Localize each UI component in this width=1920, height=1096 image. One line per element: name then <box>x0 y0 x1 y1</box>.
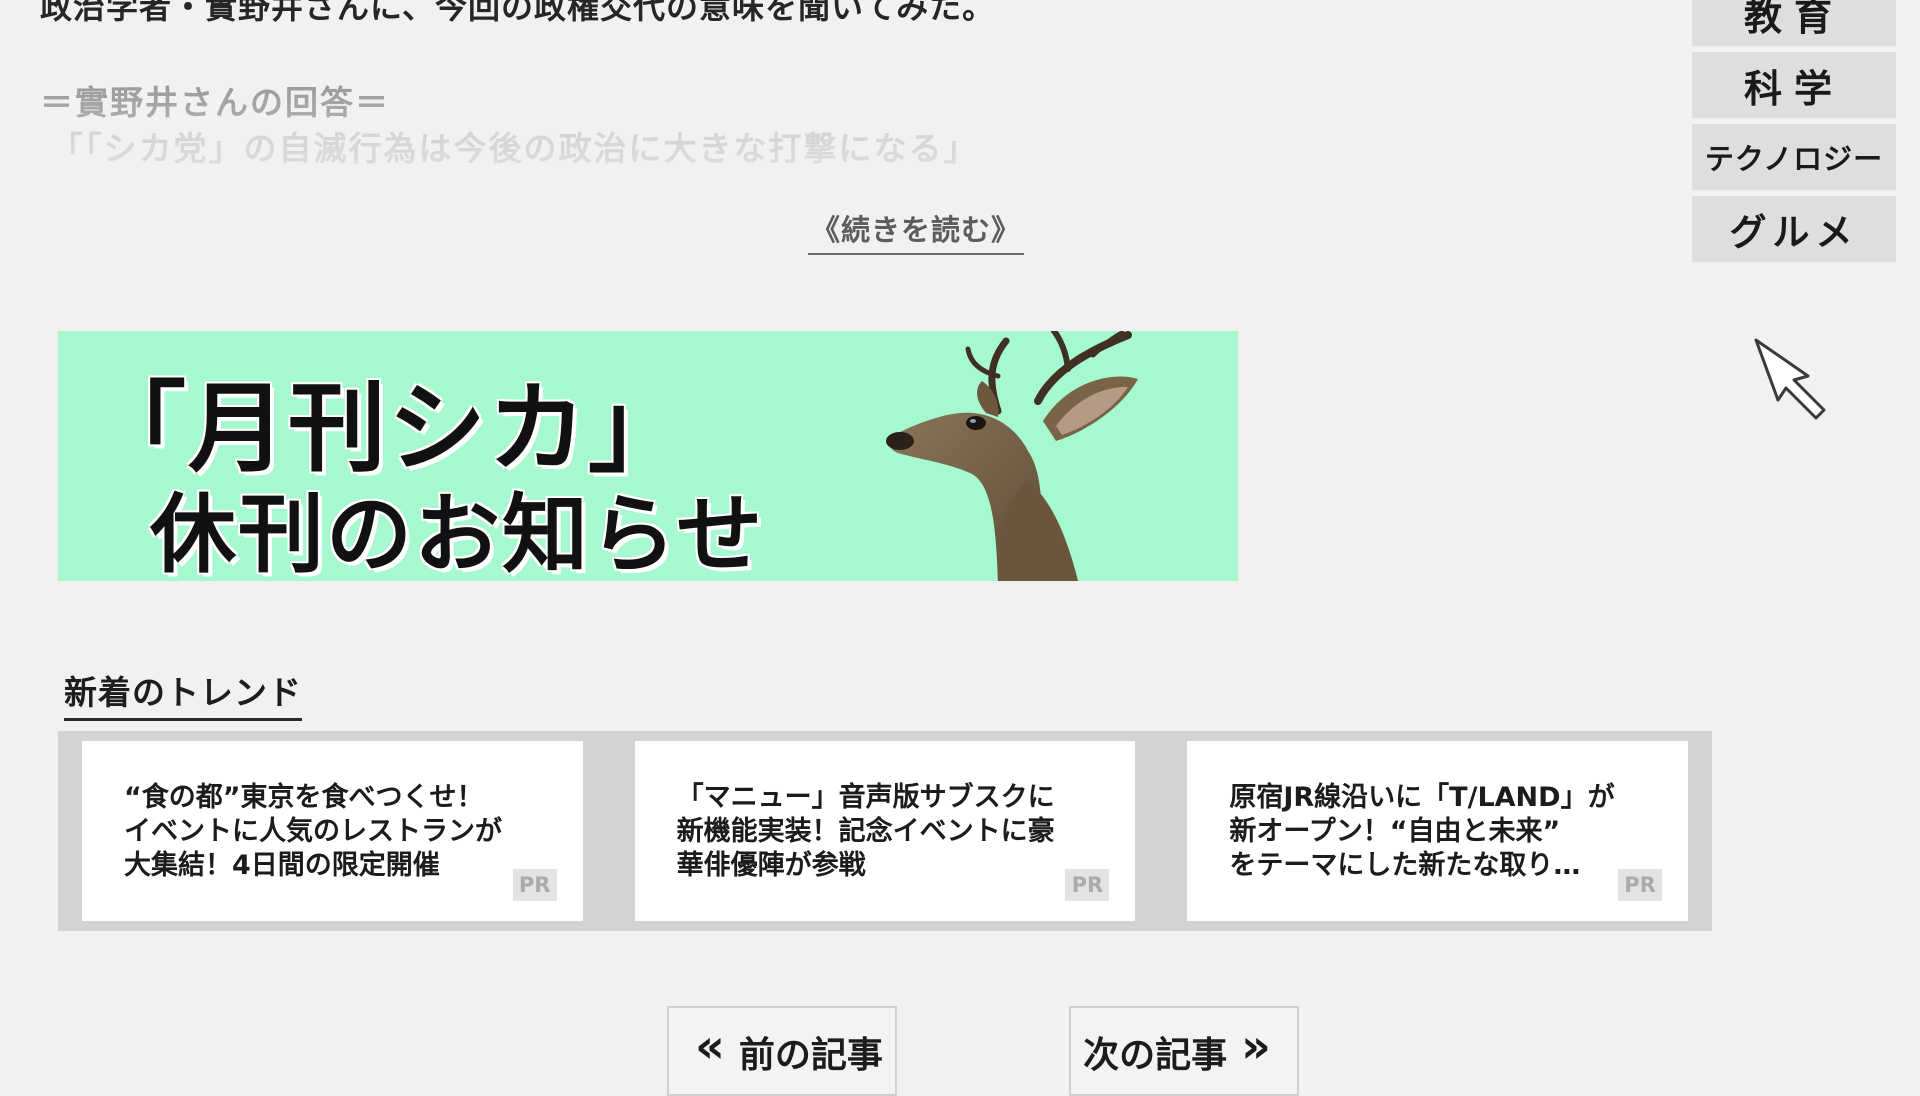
pr-badge: PR <box>1618 869 1663 901</box>
trend-card[interactable]: 「マニュー」音声版サブスクに 新機能実装！記念イベントに豪 華俳優陣が参戦 PR <box>634 741 1136 921</box>
prev-article-button[interactable]: « 前の記事 <box>667 1006 897 1096</box>
mouse-pointer-icon <box>1754 338 1826 420</box>
category-menu: 教育 科学 テクノロジー グルメ <box>1692 0 1896 268</box>
category-technology[interactable]: テクノロジー <box>1692 124 1896 190</box>
next-article-label: 次の記事 <box>1083 1035 1228 1076</box>
announcement-banner[interactable]: 「月刊シカ」 休刊のお知らせ <box>58 331 1238 581</box>
answer-heading: ＝實野井さんの回答＝ <box>40 83 390 122</box>
banner-subtitle: 休刊のお知らせ <box>150 485 765 581</box>
trends-heading: 新着のトレンド <box>64 666 302 721</box>
trend-card-frame: 原宿JR線沿いに「T/LAND」が 新オープン！“自由と未来” をテーマにした新… <box>1163 731 1713 931</box>
deer-head-icon <box>886 331 1138 581</box>
trend-card-text: 「マニュー」音声版サブスクに 新機能実装！記念イベントに豪 華俳優陣が参戦 <box>677 781 1096 883</box>
trend-card-frame: “食の都”東京を食べつくせ！ イベントに人気のレストランが 大集結！4日間の限定… <box>58 731 607 931</box>
category-education[interactable]: 教育 <box>1692 0 1896 46</box>
next-article-button[interactable]: 次の記事 » <box>1069 1006 1299 1096</box>
category-science[interactable]: 科学 <box>1692 52 1896 118</box>
trend-card-line: 華俳優陣が参戦 <box>676 850 866 881</box>
trend-card-line: “食の都”東京を食べつくせ！ <box>124 782 484 813</box>
article-lead-text: 政治学者・實野井さんに、今回の政権交代の意味を聞いてみた。 <box>40 0 996 26</box>
trend-card-line: をテーマにした新たな取り… <box>1229 850 1581 881</box>
read-more-link[interactable]: 《続きを読む》 <box>808 207 1024 255</box>
pr-badge: PR <box>512 869 557 901</box>
double-chevron-right-icon: » <box>1241 1019 1271 1073</box>
trend-card-line: 「マニュー」音声版サブスクに <box>676 782 1055 813</box>
category-gourmet[interactable]: グルメ <box>1692 196 1896 262</box>
trend-card[interactable]: “食の都”東京を食べつくせ！ イベントに人気のレストランが 大集結！4日間の限定… <box>82 741 583 921</box>
trend-card-line: 新機能実装！記念イベントに豪 <box>676 816 1055 847</box>
prev-article-label: 前の記事 <box>738 1035 883 1076</box>
answer-quote: 「「シカ党」の自滅行為は今後の政治に大きな打撃になる」 <box>50 129 979 168</box>
pr-badge: PR <box>1065 869 1110 901</box>
trend-card-line: イベントに人気のレストランが <box>124 816 502 847</box>
trend-cards: “食の都”東京を食べつくせ！ イベントに人気のレストランが 大集結！4日間の限定… <box>58 731 1713 931</box>
trend-card-line: 大集結！4日間の限定開催 <box>124 850 440 881</box>
trend-card-frame: 「マニュー」音声版サブスクに 新機能実装！記念イベントに豪 華俳優陣が参戦 PR <box>610 731 1160 931</box>
trend-card-text: 原宿JR線沿いに「T/LAND」が 新オープン！“自由と未来” をテーマにした新… <box>1229 781 1648 883</box>
trend-card-text: “食の都”東京を食べつくせ！ イベントに人気のレストランが 大集結！4日間の限定… <box>124 781 543 883</box>
trend-card-line: 新オープン！“自由と未来” <box>1229 816 1561 847</box>
double-chevron-left-icon: « <box>695 1019 725 1073</box>
trend-card-line: 原宿JR線沿いに「T/LAND」が <box>1229 782 1615 813</box>
trend-card[interactable]: 原宿JR線沿いに「T/LAND」が 新オープン！“自由と未来” をテーマにした新… <box>1187 741 1689 921</box>
